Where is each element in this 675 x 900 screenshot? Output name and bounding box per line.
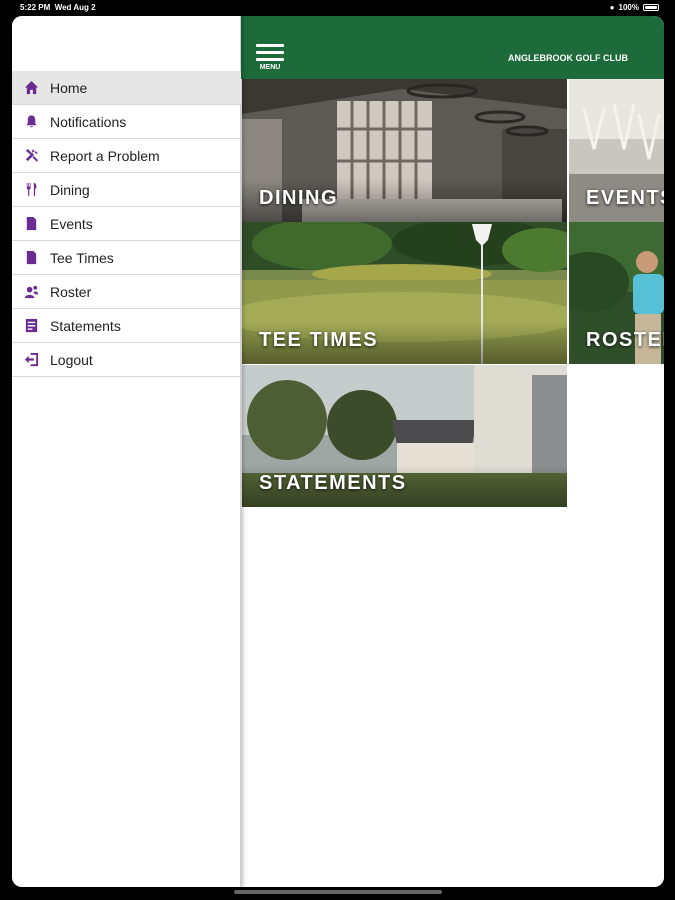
tile-tee-times-label: TEE TIMES <box>259 329 379 351</box>
statement-icon <box>12 318 50 333</box>
sidebar-item-label: Report a Problem <box>50 147 160 164</box>
status-right: ● 100% <box>610 3 659 12</box>
tile-dining-label: DINING <box>259 187 338 209</box>
sidebar-item-events[interactable]: Events <box>12 207 241 241</box>
sidebar-item-label: Logout <box>50 351 93 368</box>
tile-events-label: EVENTS <box>586 187 664 209</box>
sidebar-item-label: Home <box>50 79 88 96</box>
sidebar-item-tee-times[interactable]: Tee Times <box>12 241 241 275</box>
sidebar-item-statements[interactable]: Statements <box>12 309 241 343</box>
tile-events[interactable]: EVENTS <box>569 79 664 222</box>
menu-label: MENU <box>259 64 281 71</box>
document-icon <box>12 250 50 265</box>
status-bar: 5:22 PM Wed Aug 2 ● 100% <box>0 0 675 16</box>
sidebar-item-logout[interactable]: Logout <box>12 343 241 377</box>
hamburger-icon <box>256 58 284 61</box>
battery-percent: 100% <box>618 3 639 12</box>
tile-roster[interactable]: ROSTER <box>569 222 664 364</box>
main-content: MENU ANGLEBROOK GOLF CLUB DINING EVENT T… <box>241 16 664 887</box>
sidebar-item-roster[interactable]: Roster <box>12 275 241 309</box>
club-name: ANGLEBROOK GOLF CLUB <box>508 53 628 63</box>
menu-list: Home Notifications Report a Problem Dini… <box>12 71 241 377</box>
sidebar-item-report-a-problem[interactable]: Report a Problem <box>12 139 241 173</box>
sidebar-item-notifications[interactable]: Notifications <box>12 105 241 139</box>
hamburger-icon <box>256 51 284 54</box>
status-time: 5:22 PM Wed Aug 2 <box>20 3 96 12</box>
tools-icon <box>12 148 50 163</box>
sidebar-item-label: Events <box>50 215 93 232</box>
tile-dining[interactable]: DINING <box>242 79 567 222</box>
sidebar-item-label: Tee Times <box>50 249 114 266</box>
tile-statements[interactable]: STATEMENTS <box>242 365 567 507</box>
document-icon <box>12 216 50 231</box>
sidebar-item-home[interactable]: Home <box>12 71 241 105</box>
side-drawer: Home Notifications Report a Problem Dini… <box>12 16 241 887</box>
utensils-icon <box>12 182 50 197</box>
wifi-icon: ● <box>609 3 615 12</box>
menu-button[interactable]: MENU <box>256 44 284 71</box>
tile-roster-label: ROSTER <box>586 329 664 351</box>
logout-icon <box>12 352 50 367</box>
sidebar-item-label: Dining <box>50 181 90 198</box>
sidebar-item-label: Roster <box>50 283 92 300</box>
hamburger-icon <box>256 44 284 47</box>
home-icon <box>12 80 50 95</box>
app-screen: Home Notifications Report a Problem Dini… <box>12 16 664 887</box>
sidebar-item-dining[interactable]: Dining <box>12 173 241 207</box>
home-indicator[interactable] <box>234 890 442 894</box>
sidebar-item-label: Notifications <box>50 113 127 130</box>
bell-icon <box>12 114 50 129</box>
people-icon <box>12 284 50 299</box>
tile-tee-times[interactable]: TEE TIMES <box>242 222 567 364</box>
battery-icon <box>643 4 659 11</box>
tile-statements-label: STATEMENTS <box>259 472 407 494</box>
top-bar: MENU ANGLEBROOK GOLF CLUB <box>241 16 664 79</box>
sidebar-item-label: Statements <box>50 317 121 334</box>
